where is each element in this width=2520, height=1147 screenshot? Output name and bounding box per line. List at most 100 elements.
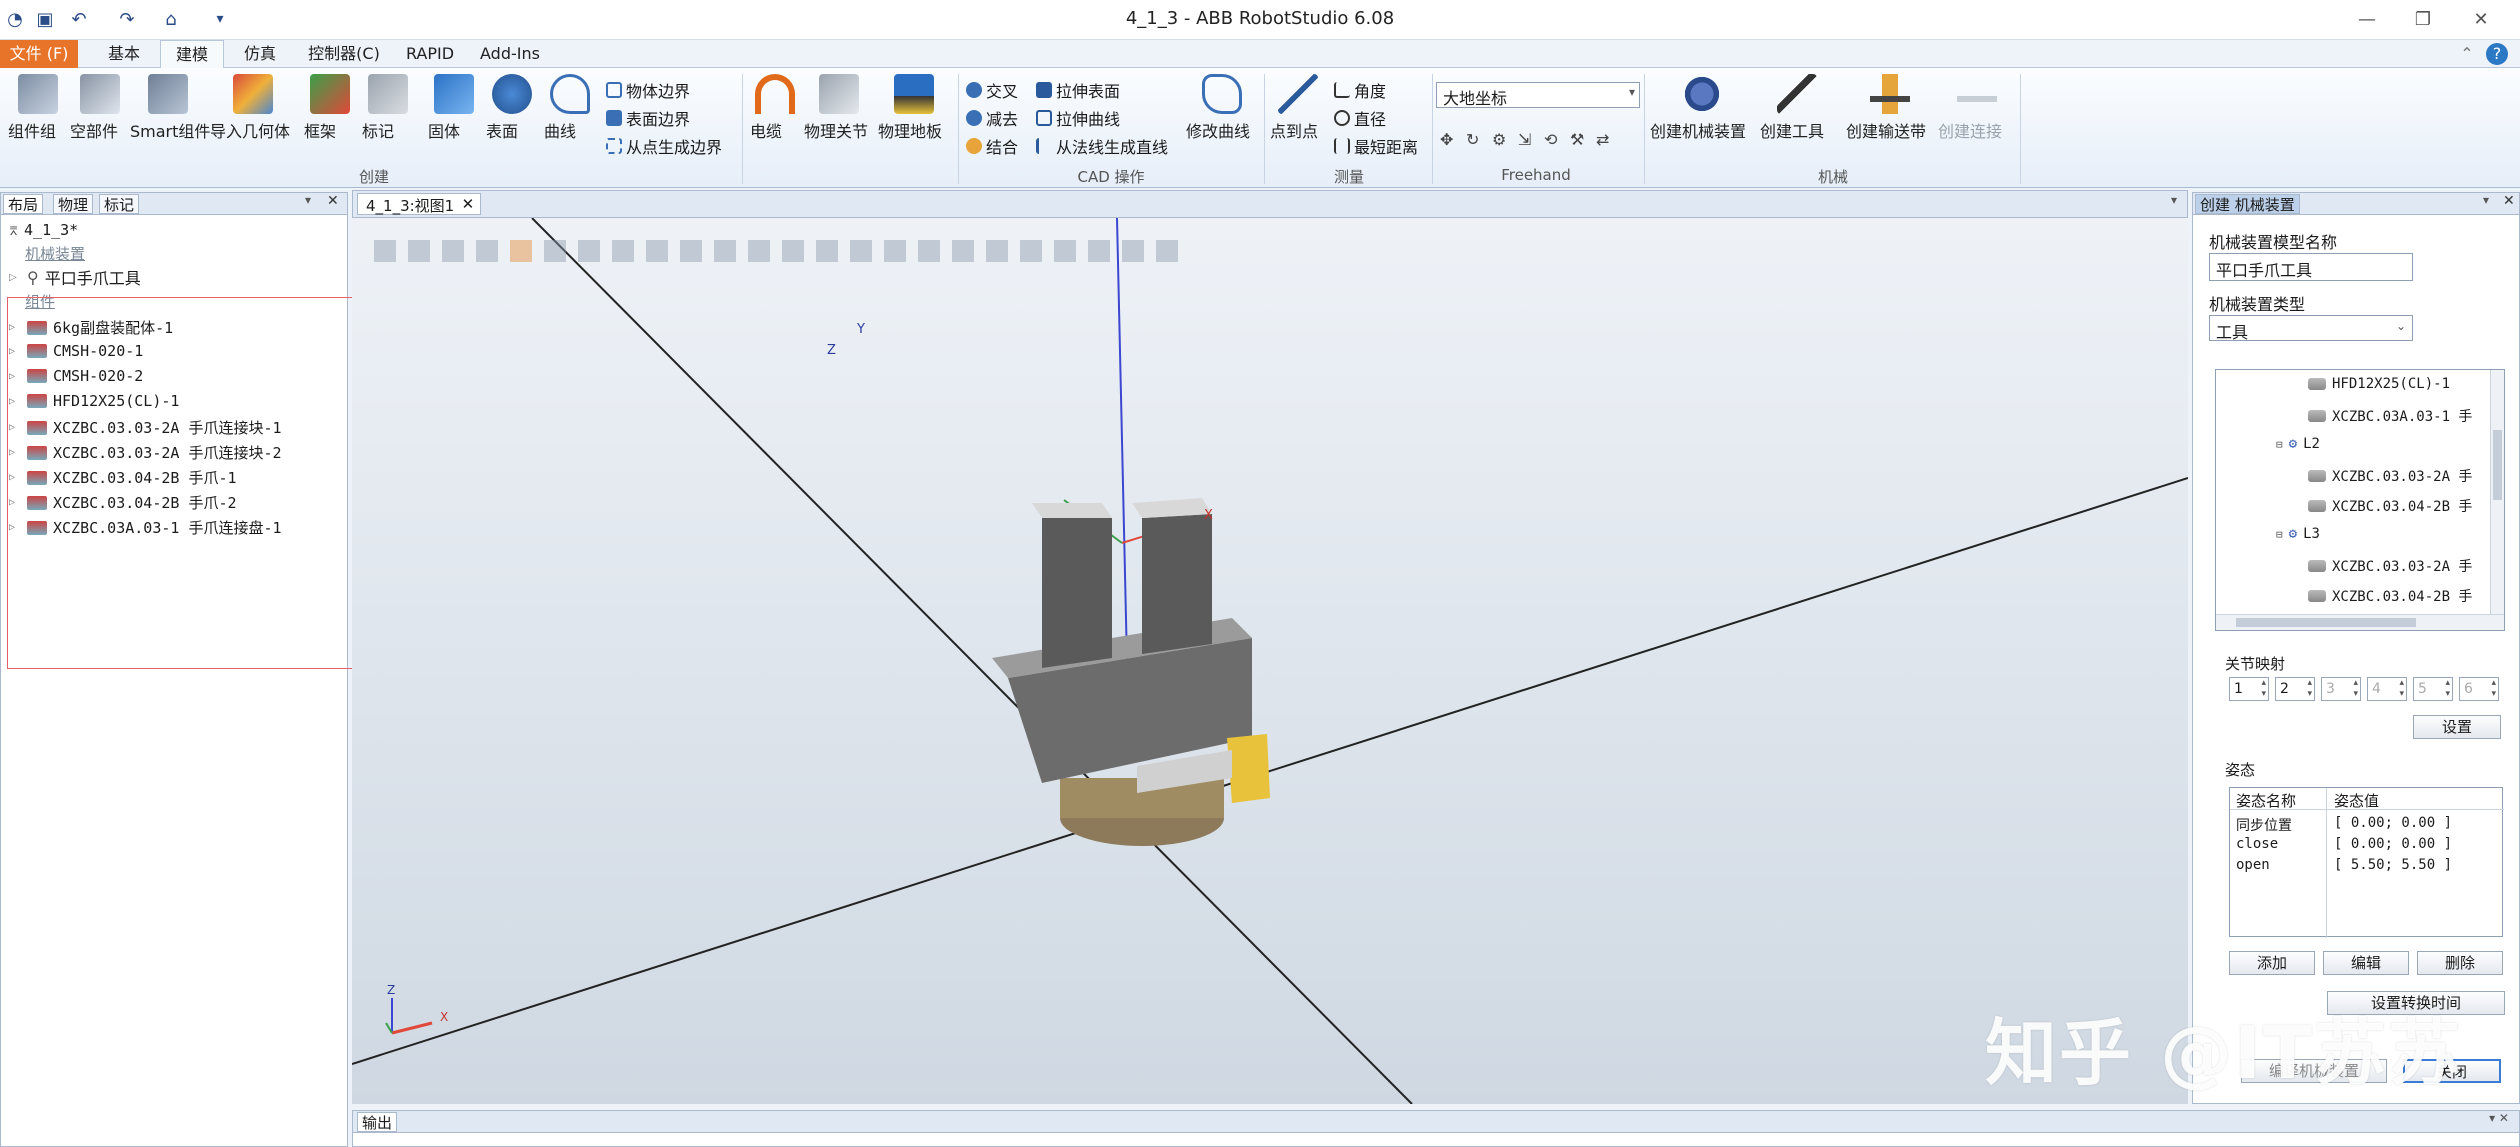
tab-output[interactable]: 输出 — [357, 1112, 398, 1132]
jog-joint-icon[interactable]: ⚙ — [1492, 130, 1512, 150]
tab-physics[interactable]: 物理 — [53, 194, 94, 214]
view-icon[interactable] — [986, 240, 1008, 262]
mechanism-joint-jog-icon[interactable]: ⚒ — [1570, 130, 1590, 150]
tab-simulation[interactable]: 仿真 — [228, 40, 292, 68]
view-icon[interactable] — [748, 240, 770, 262]
solid-button[interactable]: 固体 — [428, 74, 480, 141]
physics-floor-button[interactable]: 物理地板 — [878, 74, 950, 141]
model-name-input[interactable]: 平口手爪工具 — [2209, 253, 2413, 281]
cable-button[interactable]: 电缆 — [750, 74, 800, 141]
panel-close-icon[interactable]: ✕ — [327, 193, 339, 209]
scroll-thumb[interactable] — [2236, 618, 2416, 627]
view-icon[interactable] — [374, 240, 396, 262]
view-icon[interactable] — [884, 240, 906, 262]
intersect-button[interactable]: 交叉 — [966, 78, 1018, 102]
rotate-icon[interactable]: ↻ — [1466, 130, 1486, 150]
tree-link-item[interactable]: ⊟ ⚙ L3 — [2276, 526, 2320, 542]
tree-vscrollbar[interactable] — [2490, 370, 2504, 616]
create-connection-button[interactable]: 创建连接 — [1938, 74, 2016, 141]
physics-joint-button[interactable]: 物理关节 — [804, 74, 874, 141]
view-icon[interactable] — [578, 240, 600, 262]
tree-component-item[interactable]: ▷ HFD12X25(CL)-1 — [9, 392, 179, 410]
view-icon[interactable] — [714, 240, 736, 262]
view-icon[interactable] — [612, 240, 634, 262]
tree-component-item[interactable]: ▷ XCZBC.03.03-2A 手爪连接块-2 — [9, 442, 282, 463]
edit-pose-button[interactable]: 编辑 — [2323, 951, 2409, 975]
set-button[interactable]: 设置 — [2413, 715, 2501, 739]
view-icon[interactable] — [442, 240, 464, 262]
tab-basic[interactable]: 基本 — [92, 40, 156, 68]
view-icon[interactable] — [1122, 240, 1144, 262]
view-icon[interactable] — [782, 240, 804, 262]
view-icon[interactable] — [952, 240, 974, 262]
viewport-menu-icon[interactable]: ▾ — [2171, 193, 2177, 207]
minimize-icon[interactable]: — — [2344, 6, 2390, 34]
tree-part-item[interactable]: HFD12X25(CL)-1 — [2308, 376, 2450, 392]
3d-viewport[interactable]: Z Y X Z X — [352, 218, 2188, 1104]
ribbon-collapse-icon[interactable]: ⌃ — [2452, 40, 2482, 68]
tree-component-item[interactable]: ▷ XCZBC.03.04-2B 手爪-1 — [9, 467, 237, 488]
subtract-button[interactable]: 减去 — [966, 106, 1018, 130]
view-icon[interactable] — [850, 240, 872, 262]
tab-addins[interactable]: Add-Ins — [470, 40, 550, 68]
pose-row[interactable]: 同步位置 [ 0.00; 0.00 ] — [2230, 814, 2504, 834]
tree-root[interactable]: ⌆ 4_1_3* — [9, 221, 78, 239]
create-tool-button[interactable]: 创建工具 — [1760, 74, 1834, 141]
tree-mechanism-item[interactable]: ▷ ⚲ 平口手爪工具 — [9, 265, 141, 289]
restore-icon[interactable]: ❐ — [2400, 6, 2446, 34]
tree-component-item[interactable]: ▷ CMSH-020-1 — [9, 342, 143, 360]
tab-rapid[interactable]: RAPID — [400, 40, 460, 68]
tree-part-item[interactable]: XCZBC.03.03-2A 手 — [2308, 556, 2472, 576]
tree-hscrollbar[interactable] — [2216, 614, 2504, 630]
mechanism-type-dropdown[interactable]: 工具 ⌄ — [2209, 315, 2413, 342]
panel-menu-icon[interactable]: ▾ — [305, 193, 311, 207]
tab-create-mechanism[interactable]: 创建 机械装置 — [2195, 194, 2300, 214]
point-to-point-button[interactable]: 点到点 — [1270, 74, 1326, 141]
tab-layout[interactable]: 布局 — [3, 194, 44, 214]
create-conveyor-button[interactable]: 创建输送带 — [1846, 74, 1934, 141]
move-icon[interactable]: ✥ — [1440, 130, 1460, 150]
pose-row[interactable]: close [ 0.00; 0.00 ] — [2230, 835, 2504, 855]
tree-component-item[interactable]: ▷ XCZBC.03.04-2B 手爪-2 — [9, 492, 237, 513]
panel-menu-icon[interactable]: ▾ — [2483, 193, 2489, 207]
body-boundary-button[interactable]: 物体边界 — [606, 78, 690, 102]
modify-curve-button[interactable]: 修改曲线 — [1186, 74, 1258, 141]
tab-file[interactable]: 文件 (F) — [0, 40, 78, 68]
min-distance-button[interactable]: 最短距离 — [1334, 134, 1418, 158]
component-group-button[interactable]: 组件组 — [8, 74, 68, 141]
tag-button[interactable]: 标记 — [362, 74, 414, 141]
add-pose-button[interactable]: 添加 — [2229, 951, 2315, 975]
jog-linear-icon[interactable]: ⇲ — [1518, 130, 1538, 150]
close-icon[interactable]: ✕ — [2458, 6, 2504, 34]
view-icon[interactable] — [680, 240, 702, 262]
view-icon[interactable] — [1020, 240, 1042, 262]
reference-frame-dropdown[interactable]: 大地坐标 ▾ — [1436, 82, 1640, 108]
extrude-curve-button[interactable]: 拉伸曲线 — [1036, 106, 1120, 130]
tree-component-item[interactable]: ▷ XCZBC.03A.03-1 手爪连接盘-1 — [9, 517, 282, 538]
smart-component-button[interactable]: Smart组件 — [130, 74, 210, 141]
surface-button[interactable]: 表面 — [486, 74, 538, 141]
panel-close-icon[interactable]: ✕ — [2503, 193, 2515, 209]
view-icon[interactable] — [816, 240, 838, 262]
tree-component-item[interactable]: ▷ CMSH-020-2 — [9, 367, 143, 385]
tab-view1[interactable]: 4_1_3:视图1 ✕ — [357, 193, 482, 215]
union-button[interactable]: 结合 — [966, 134, 1018, 158]
tree-part-item[interactable]: XCZBC.03.04-2B 手 — [2308, 496, 2472, 516]
joint-spinner-5[interactable]: 5 — [2413, 677, 2453, 701]
joint-spinner-1[interactable]: 1 — [2229, 677, 2269, 701]
help-icon[interactable]: ? — [2486, 43, 2508, 65]
empty-part-button[interactable]: 空部件 — [70, 74, 130, 141]
surface-boundary-button[interactable]: 表面边界 — [606, 106, 690, 130]
view-icon[interactable] — [1156, 240, 1178, 262]
diameter-button[interactable]: 直径 — [1334, 106, 1386, 130]
view-icon[interactable] — [1054, 240, 1076, 262]
mechanism-tree[interactable]: HFD12X25(CL)-1 XCZBC.03A.03-1 手 ⊟ ⚙ L2 XCZBC.… — [2215, 369, 2505, 631]
extrude-surface-button[interactable]: 拉伸表面 — [1036, 78, 1120, 102]
tree-component-item[interactable]: ▷ 6kg副盘装配体-1 — [9, 317, 173, 338]
tab-tags[interactable]: 标记 — [99, 194, 140, 214]
view-icon[interactable] — [476, 240, 498, 262]
close-icon[interactable]: ✕ — [462, 195, 475, 213]
joint-spinner-2[interactable]: 2 — [2275, 677, 2315, 701]
joint-spinner-4[interactable]: 4 — [2367, 677, 2407, 701]
tree-part-item[interactable]: XCZBC.03A.03-1 手 — [2308, 406, 2472, 426]
